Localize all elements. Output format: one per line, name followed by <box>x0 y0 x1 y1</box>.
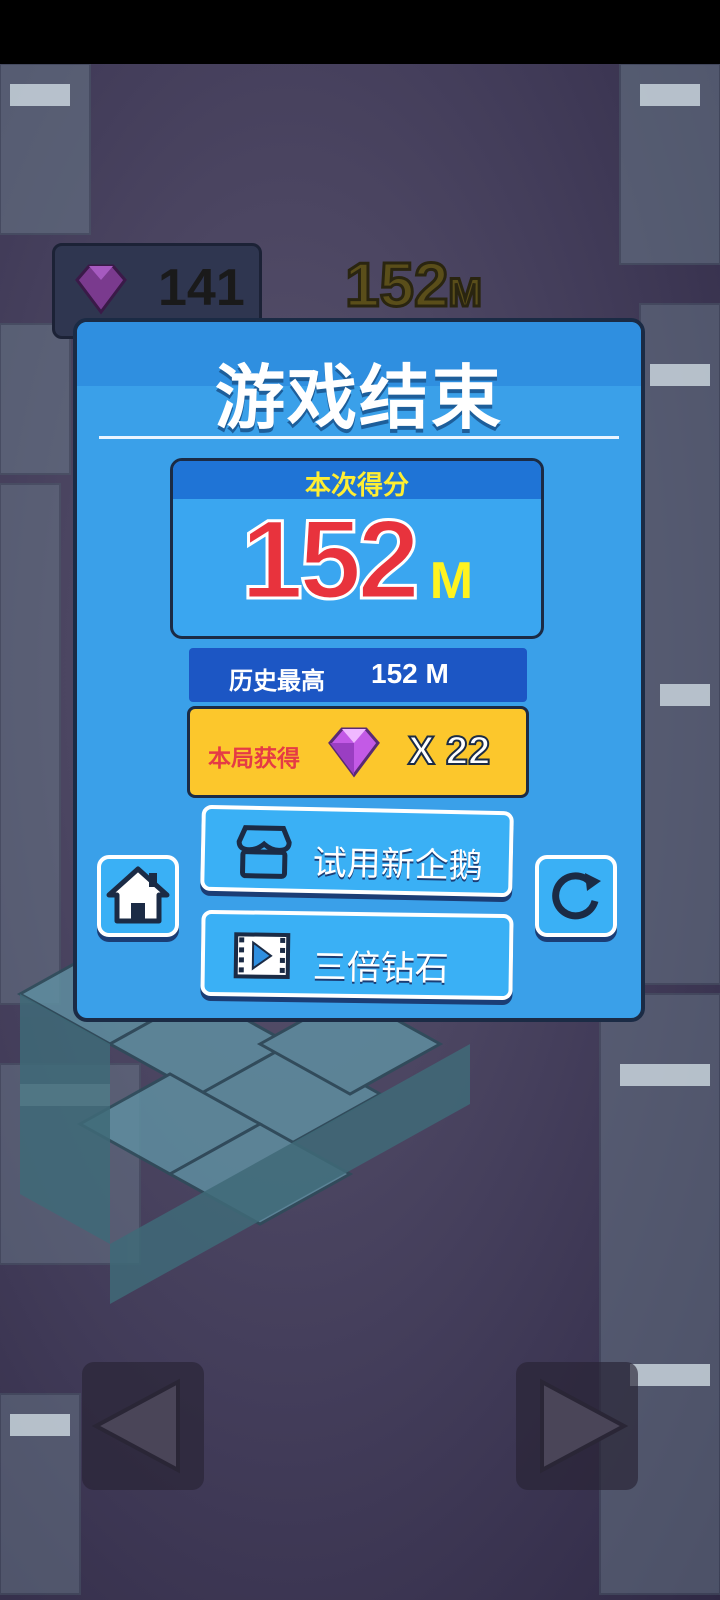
restart-button[interactable] <box>535 855 617 937</box>
gem-icon <box>75 264 127 315</box>
shop-icon <box>236 825 292 879</box>
title-divider <box>99 436 619 439</box>
try-new-penguin-button[interactable]: 试用新企鹅 <box>200 804 514 898</box>
hud-distance: 152M <box>343 250 483 322</box>
hud-distance-value: 152 <box>343 250 449 322</box>
triple-gems-label: 三倍钻石 <box>312 947 450 990</box>
hud-distance-unit: M <box>447 270 483 317</box>
video-ad-icon <box>233 932 291 980</box>
earned-label: 本局获得 <box>208 746 300 772</box>
left-arrow-icon <box>91 1378 180 1474</box>
try-new-penguin-label: 试用新企鹅 <box>312 843 484 887</box>
hud-gem-count: 141 <box>158 259 245 317</box>
right-arrow-icon <box>540 1378 629 1474</box>
triple-gems-button[interactable]: 三倍钻石 <box>200 909 514 1001</box>
game-over-dialog: 游戏结束 本次得分 152 M 历史最高 152 M 本局获得 X 22 试用新企… <box>73 318 645 1022</box>
home-icon <box>106 866 170 924</box>
best-score-label: 历史最高 <box>229 667 325 695</box>
home-button[interactable] <box>97 855 179 937</box>
restart-icon <box>552 872 601 920</box>
score-value: 152 M <box>173 495 541 624</box>
best-score-bar: 历史最高 152 M <box>189 648 527 702</box>
dialog-title: 游戏结束 <box>215 357 503 439</box>
left-control-button[interactable] <box>82 1362 204 1490</box>
score-unit: M <box>429 552 474 610</box>
earned-gems-bar: 本局获得 X 22 <box>187 706 529 798</box>
best-score-value: 152 M <box>371 658 449 689</box>
score-number: 152 <box>239 496 421 624</box>
earned-gem-count: X 22 <box>407 728 491 774</box>
right-control-button[interactable] <box>516 1362 638 1490</box>
status-bar <box>0 0 720 64</box>
current-score-box: 本次得分 152 M <box>170 458 544 639</box>
gem-icon <box>328 727 380 778</box>
